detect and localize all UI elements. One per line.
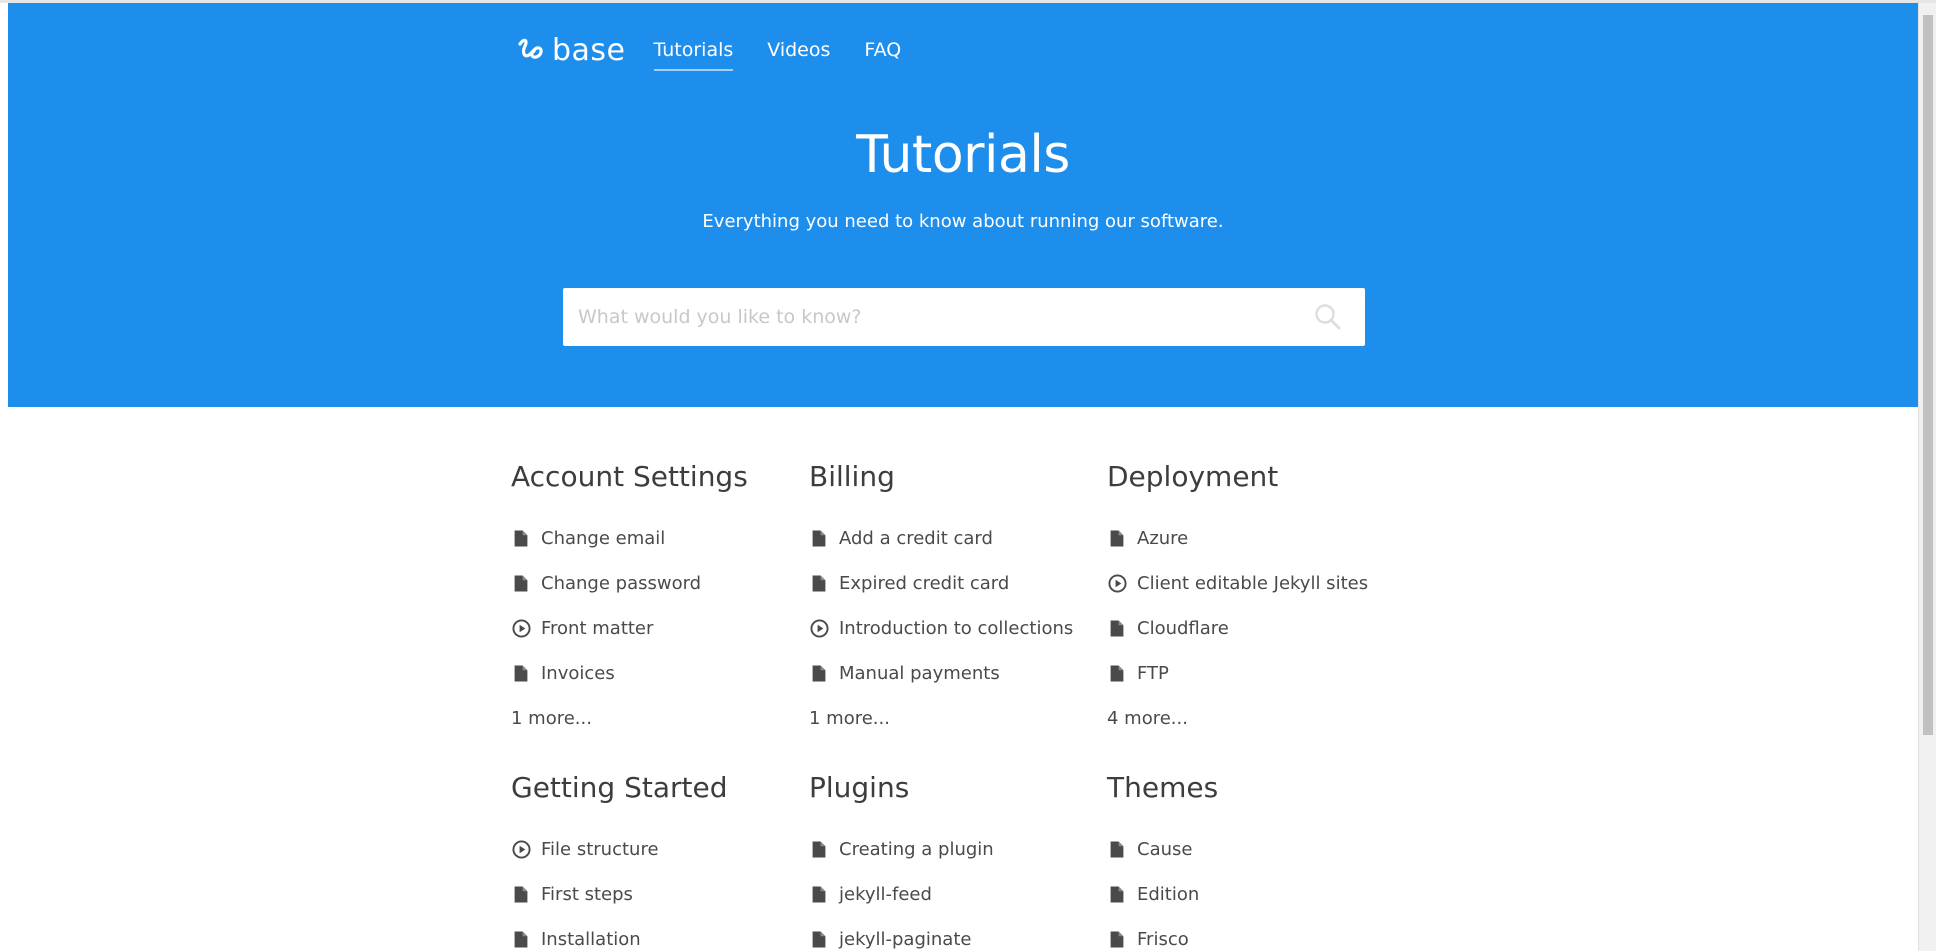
tutorial-link[interactable]: Change password [511, 561, 809, 606]
category-grid: Account Settings Change email Change passw… [511, 460, 1411, 951]
search-input[interactable] [563, 288, 1313, 346]
tutorial-link[interactable]: Manual payments [809, 651, 1107, 696]
tutorial-link-label: Invoices [541, 663, 615, 684]
tutorial-link[interactable]: jekyll-feed [809, 872, 1107, 917]
tutorial-link[interactable]: Creating a plugin [809, 827, 1107, 872]
category-deployment: Deployment Azure Client editable Jekyll si… [1107, 460, 1405, 741]
tutorial-link-label: Introduction to collections [839, 618, 1074, 639]
tutorial-link[interactable]: First steps [511, 872, 809, 917]
tutorial-link-label: Change email [541, 528, 666, 549]
category-title: Deployment [1107, 460, 1279, 493]
logo[interactable]: base [516, 33, 626, 68]
tutorial-link[interactable]: Frisco [1107, 917, 1405, 951]
more-link[interactable]: 1 more... [809, 696, 1107, 741]
tutorial-link-label: Manual payments [839, 663, 1000, 684]
tutorial-link-label: FTP [1137, 663, 1169, 684]
document-icon [809, 840, 829, 860]
logo-text: base [552, 32, 626, 68]
tutorial-link-label: Cause [1137, 839, 1193, 860]
document-icon [511, 664, 531, 684]
category-title: Themes [1107, 771, 1219, 804]
document-icon [1107, 885, 1127, 905]
scrollbar-thumb[interactable] [1923, 15, 1933, 735]
document-icon [511, 574, 531, 594]
document-icon [1107, 840, 1127, 860]
category-billing: Billing Add a credit card Expired credit c… [809, 460, 1107, 741]
tutorial-link-label: Expired credit card [839, 573, 1010, 594]
tutorial-link[interactable]: jekyll-paginate [809, 917, 1107, 951]
search-box [563, 288, 1365, 346]
tutorial-link[interactable]: Edition [1107, 872, 1405, 917]
page-title: Tutorials [856, 125, 1070, 185]
more-link[interactable]: 1 more... [511, 696, 809, 741]
tutorial-link-label: Add a credit card [839, 528, 993, 549]
document-icon [809, 930, 829, 950]
category-account-settings: Account Settings Change email Change passw… [511, 460, 809, 741]
tutorial-link-label: Creating a plugin [839, 839, 994, 860]
top-nav: base Tutorials Videos FAQ [516, 25, 935, 75]
video-icon [511, 619, 531, 639]
page-subtitle: Everything you need to know about runnin… [702, 211, 1224, 232]
tutorial-link[interactable]: FTP [1107, 651, 1405, 696]
document-icon [1107, 529, 1127, 549]
tutorial-link-label: Installation [541, 929, 641, 950]
tutorial-link[interactable]: Cause [1107, 827, 1405, 872]
document-icon [809, 529, 829, 549]
tutorial-link-label: jekyll-feed [839, 884, 932, 905]
video-icon [511, 840, 531, 860]
category-themes: Themes Cause Edition Frisco [1107, 771, 1405, 951]
document-icon [809, 885, 829, 905]
scrollbar[interactable] [1918, 3, 1936, 951]
category-title: Getting Started [511, 771, 728, 804]
tutorial-link[interactable]: Add a credit card [809, 516, 1107, 561]
tutorial-link[interactable]: Client editable Jekyll sites [1107, 561, 1405, 606]
nav-link-videos[interactable]: Videos [767, 33, 830, 67]
category-getting-started: Getting Started File structure First steps… [511, 771, 809, 951]
category-title: Billing [809, 460, 895, 493]
nav-link-tutorials[interactable]: Tutorials [653, 33, 733, 71]
tutorial-link[interactable]: File structure [511, 827, 809, 872]
search-icon[interactable] [1313, 302, 1343, 332]
tutorial-link-label: File structure [541, 839, 659, 860]
document-icon [809, 574, 829, 594]
tutorial-link[interactable]: Cloudflare [1107, 606, 1405, 651]
tutorial-link[interactable]: Expired credit card [809, 561, 1107, 606]
tutorial-link[interactable]: Installation [511, 917, 809, 951]
tutorial-link-label: Azure [1137, 528, 1189, 549]
tutorial-link-label: jekyll-paginate [839, 929, 972, 950]
tutorial-link[interactable]: Invoices [511, 651, 809, 696]
document-icon [1107, 664, 1127, 684]
category-title: Account Settings [511, 460, 748, 493]
tutorial-link[interactable]: Introduction to collections [809, 606, 1107, 651]
document-icon [511, 885, 531, 905]
logo-mark-icon [518, 38, 543, 59]
document-icon [809, 664, 829, 684]
more-link[interactable]: 4 more... [1107, 696, 1405, 741]
tutorial-link-label: Change password [541, 573, 702, 594]
video-icon [1107, 574, 1127, 594]
tutorial-link[interactable]: Azure [1107, 516, 1405, 561]
category-title: Plugins [809, 771, 910, 804]
tutorial-link[interactable]: Front matter [511, 606, 809, 651]
tutorial-link-label: First steps [541, 884, 633, 905]
nav-link-faq[interactable]: FAQ [864, 33, 901, 67]
document-icon [1107, 619, 1127, 639]
hero-banner: base Tutorials Videos FAQ Tutorials Ever… [8, 3, 1918, 407]
tutorial-link-label: Frisco [1137, 929, 1189, 950]
category-plugins: Plugins Creating a plugin jekyll-feed jekyl… [809, 771, 1107, 951]
tutorial-link-label: Client editable Jekyll sites [1137, 573, 1369, 594]
tutorial-link-label: Edition [1137, 884, 1200, 905]
tutorial-link[interactable]: Change email [511, 516, 809, 561]
document-icon [511, 930, 531, 950]
document-icon [511, 529, 531, 549]
tutorial-link-label: Cloudflare [1137, 618, 1229, 639]
tutorial-link-label: Front matter [541, 618, 654, 639]
document-icon [1107, 930, 1127, 950]
video-icon [809, 619, 829, 639]
